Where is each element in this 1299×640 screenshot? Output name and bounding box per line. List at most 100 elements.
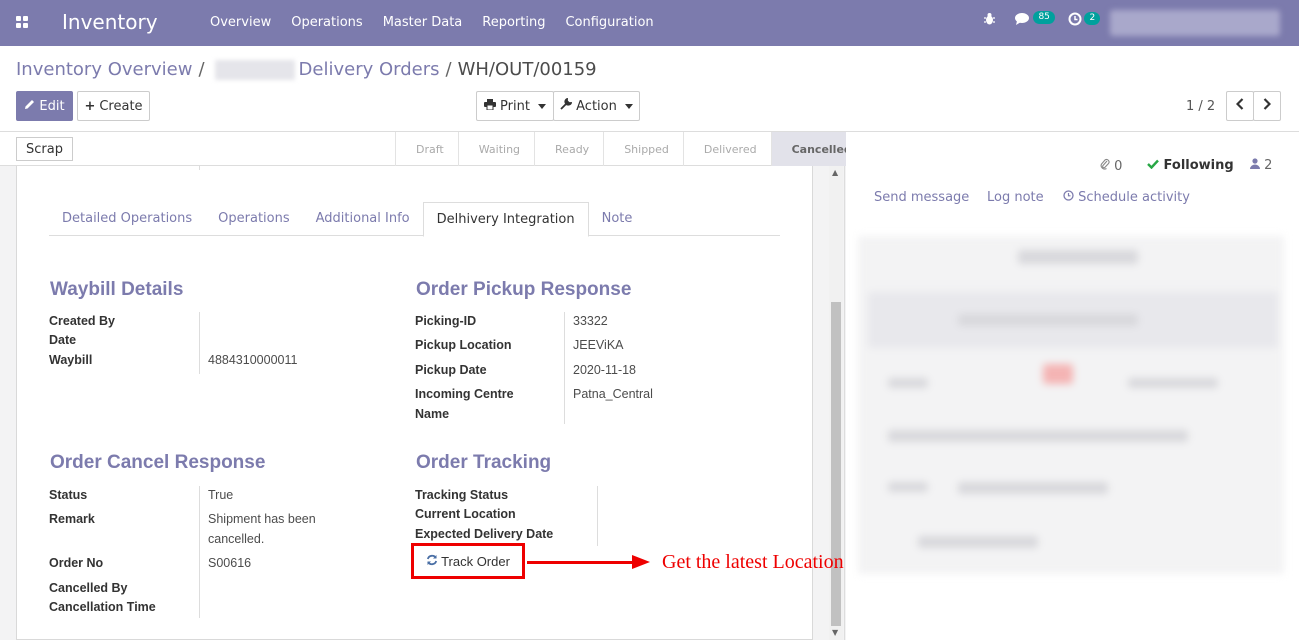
app-title[interactable]: Inventory (62, 10, 158, 34)
waybill-value: 4884310000011 (208, 353, 298, 367)
create-button[interactable]: + Create (77, 91, 150, 121)
cancellation-time-label: Cancellation Time (49, 600, 156, 614)
pencil-icon (24, 99, 35, 114)
stage-shipped: Shipped (603, 132, 683, 166)
chevron-right-icon (1263, 98, 1272, 114)
menu-overview[interactable]: Overview (210, 15, 271, 30)
expected-delivery-label: Expected Delivery Date (415, 527, 554, 541)
paperclip-icon (1100, 158, 1110, 174)
remark-label: Remark (49, 512, 95, 526)
pickup-date-value: 2020-11-18 (573, 363, 637, 377)
following-button[interactable]: Following (1147, 158, 1234, 173)
pickup-location-value: JEEViKA (573, 338, 624, 352)
incoming-centre-value: Patna_Central (573, 387, 653, 401)
bug-icon[interactable] (983, 12, 996, 30)
send-message-button[interactable]: Send message (874, 190, 969, 205)
caret-down-icon (624, 103, 633, 109)
activities-badge: 2 (1084, 12, 1101, 25)
cancelled-by-label: Cancelled By (49, 581, 128, 595)
status-bar: Scrap Draft Waiting Ready Shipped Delive… (0, 132, 884, 166)
status-value: True (208, 488, 234, 502)
pickup-location-label: Pickup Location (415, 338, 512, 352)
annotation-arrow-head (632, 555, 650, 569)
activities-button[interactable]: 2 (1068, 12, 1102, 31)
wrench-icon (560, 97, 573, 114)
picking-id-label: Picking-ID (415, 314, 477, 328)
attachments-button[interactable]: 0 (1100, 158, 1122, 174)
chevron-left-icon (1235, 98, 1244, 114)
stage-pipeline: Draft Waiting Ready Shipped Delivered Ca… (395, 132, 884, 166)
followers-button[interactable]: 2 (1250, 158, 1272, 173)
stage-delivered: Delivered (682, 132, 771, 166)
menu-operations[interactable]: Operations (291, 15, 362, 30)
tab-additional-info[interactable]: Additional Info (303, 202, 423, 236)
tab-delhivery-integration[interactable]: Delhivery Integration (422, 202, 589, 237)
scroll-up-icon[interactable]: ▲ (832, 168, 838, 177)
stage-ready: Ready (534, 132, 603, 166)
chatter-panel: 0 Following 2 Send message Log note Sche… (846, 132, 1299, 640)
action-dropdown[interactable]: Action (553, 91, 640, 121)
created-by-label: Created By (49, 314, 115, 328)
breadcrumb-redacted[interactable] (214, 59, 295, 80)
schedule-activity-button[interactable]: Schedule activity (1063, 190, 1190, 205)
breadcrumb: Inventory Overview / Delivery Orders / W… (16, 59, 597, 80)
chatter-messages-redacted (858, 236, 1284, 574)
annotation-arrow (527, 561, 635, 564)
pager-value[interactable]: 1 / 2 (1186, 99, 1215, 114)
scrollbar-thumb[interactable] (831, 302, 841, 626)
scroll-down-icon[interactable]: ▼ (832, 628, 838, 637)
breadcrumb-current: WH/OUT/00159 (457, 59, 597, 80)
apps-menu-icon[interactable] (16, 16, 28, 28)
messages-badge: 85 (1033, 11, 1055, 24)
pickup-date-label: Pickup Date (415, 363, 487, 377)
order-tracking-title: Order Tracking (416, 452, 552, 473)
caret-down-icon (537, 103, 546, 109)
breadcrumb-inventory-overview[interactable]: Inventory Overview (16, 59, 192, 80)
tab-operations[interactable]: Operations (205, 202, 302, 236)
print-icon (484, 98, 497, 114)
incoming-centre-label-2: Name (415, 407, 450, 421)
menu-reporting[interactable]: Reporting (482, 15, 545, 30)
waybill-label: Waybill (49, 353, 93, 367)
stage-waiting: Waiting (457, 132, 534, 166)
track-order-button[interactable]: Track Order (411, 543, 525, 579)
breadcrumb-delivery-orders[interactable]: Delivery Orders (299, 59, 440, 80)
pager-previous-button[interactable] (1226, 91, 1254, 121)
refresh-icon (426, 554, 438, 569)
edit-button[interactable]: Edit (16, 91, 73, 121)
waybill-details-title: Waybill Details (50, 279, 184, 300)
user-menu[interactable] (1110, 10, 1280, 36)
main-menu: Overview Operations Master Data Reportin… (200, 15, 664, 30)
cancel-response-title: Order Cancel Response (50, 452, 266, 473)
chat-icon (1015, 13, 1031, 29)
remark-value-2: cancelled. (208, 532, 265, 546)
incoming-centre-label: Incoming Centre (415, 387, 514, 401)
status-label: Status (49, 488, 88, 502)
stage-draft: Draft (395, 132, 458, 166)
log-note-button[interactable]: Log note (987, 190, 1044, 205)
clock-icon (1068, 12, 1082, 30)
order-no-label: Order No (49, 556, 104, 570)
plus-icon: + (84, 98, 96, 114)
print-dropdown[interactable]: Print (476, 91, 554, 121)
clock-icon (1063, 190, 1074, 205)
current-location-label: Current Location (415, 507, 516, 521)
user-icon (1250, 158, 1260, 173)
tab-detailed-operations[interactable]: Detailed Operations (49, 202, 205, 236)
control-panel: Inventory Overview / Delivery Orders / W… (0, 46, 1299, 132)
order-no-value: S00616 (208, 556, 252, 570)
tracking-status-label: Tracking Status (415, 488, 509, 502)
notebook-tabs: Detailed Operations Operations Additiona… (49, 202, 780, 237)
menu-configuration[interactable]: Configuration (565, 15, 653, 30)
pickup-response-title: Order Pickup Response (416, 279, 632, 300)
check-icon (1147, 158, 1159, 173)
remark-value: Shipment has been (208, 512, 316, 526)
pager-next-button[interactable] (1253, 91, 1281, 121)
picking-id-value: 33322 (573, 314, 608, 328)
top-navbar: Inventory Overview Operations Master Dat… (0, 0, 1299, 46)
messages-button[interactable]: 85 (1015, 11, 1057, 30)
scrap-button[interactable]: Scrap (16, 137, 73, 161)
date-label: Date (49, 333, 77, 347)
tab-note[interactable]: Note (589, 202, 646, 236)
menu-master-data[interactable]: Master Data (383, 15, 463, 30)
